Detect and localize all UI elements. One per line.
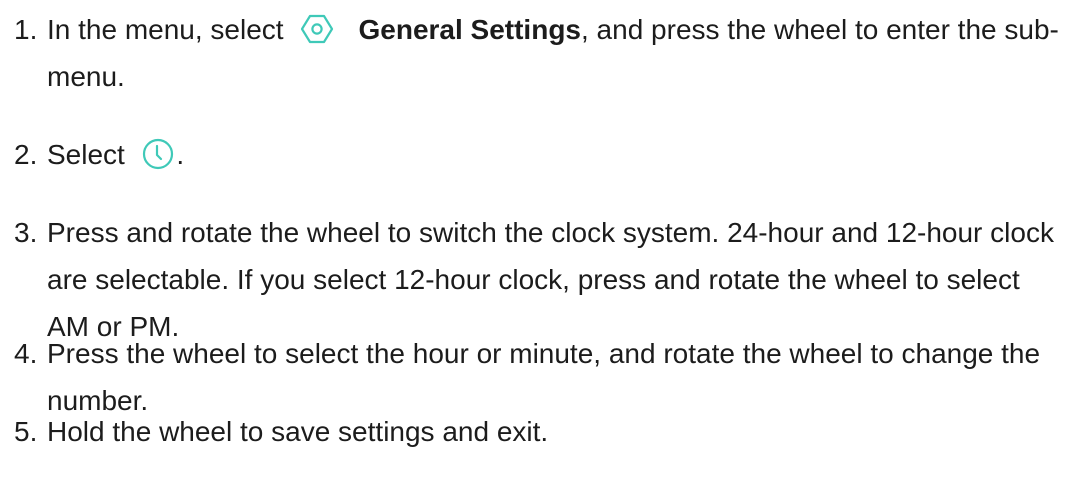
- step-text-before: In the menu, select: [47, 14, 284, 45]
- step-3: 3. Press and rotate the wheel to switch …: [0, 209, 1060, 350]
- step-text: In the menu, select General Settings, an…: [47, 6, 1060, 100]
- step-5: 5. Hold the wheel to save settings and e…: [0, 408, 1060, 455]
- step-number: 2.: [14, 139, 38, 170]
- general-settings-label: General Settings: [358, 14, 581, 45]
- general-settings-hexagon-icon: [299, 11, 335, 47]
- step-text: Select .: [47, 131, 1060, 178]
- step-2: 2. Select .: [0, 131, 1060, 178]
- step-text: Hold the wheel to save settings and exit…: [47, 416, 549, 447]
- step-text-after: .: [176, 139, 185, 170]
- step-text-before: Select: [47, 139, 125, 170]
- step-number: 3.: [14, 217, 38, 248]
- step-number: 5.: [14, 416, 38, 447]
- clock-icon: [140, 136, 176, 172]
- step-number: 1.: [14, 14, 38, 45]
- step-number: 4.: [14, 338, 38, 369]
- step-1: 1. In the menu, select General Settings,…: [0, 6, 1060, 100]
- step-text: Press and rotate the wheel to switch the…: [47, 217, 1054, 342]
